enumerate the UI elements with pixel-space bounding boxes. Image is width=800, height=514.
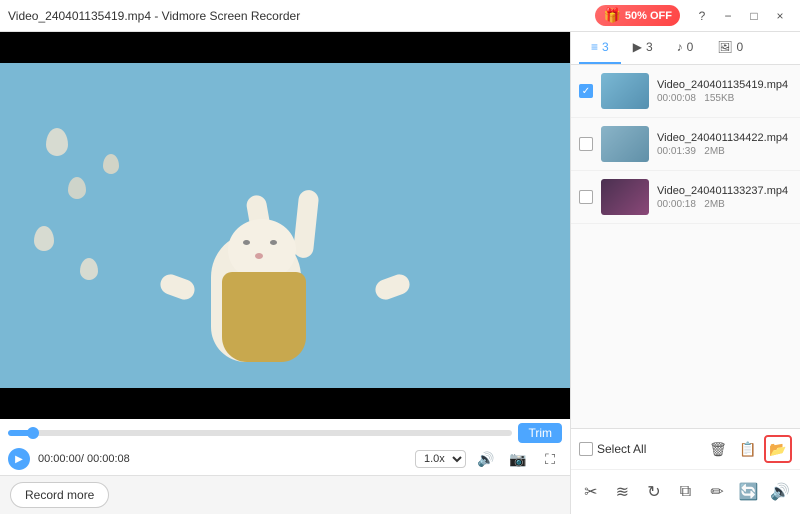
volume-tool-button[interactable]: 🔊 (764, 476, 796, 508)
tab-image[interactable]: 🖼 0 (705, 32, 755, 64)
select-row: Select All 🗑 📋 📂 (571, 429, 800, 470)
file-name-2: Video_240401134422.mp4 (657, 132, 792, 144)
minimize-button[interactable]: − (716, 4, 740, 28)
gift-icon: 🎁 (603, 7, 620, 24)
list-item[interactable]: Video_240401134422.mp4 00:01:39 2MB (571, 118, 800, 171)
help-button[interactable]: ? (690, 4, 714, 28)
image-icon: 🖼 (717, 40, 732, 54)
cut-tool-button[interactable]: ✂ (575, 476, 607, 508)
volume-button[interactable]: 🔊 (474, 447, 498, 471)
open-folder-button[interactable]: 📂 (764, 435, 792, 463)
list-item[interactable]: Video_240401133237.mp4 00:00:18 2MB (571, 171, 800, 224)
snapshot-button[interactable]: 📷 (506, 447, 530, 471)
egg-3 (34, 226, 54, 251)
audio-count: 0 (687, 40, 694, 54)
right-panel: ≡ 3 ▶ 3 ♪ 0 🖼 0 ✓ Video_2404011354 (570, 32, 800, 514)
file-name-1: Video_240401135419.mp4 (657, 79, 792, 91)
left-panel: Trim ▶ 00:00:00/ 00:00:08 1.0x 1.5x 2.0x… (0, 32, 570, 514)
tab-audio[interactable]: ♪ 0 (665, 32, 706, 64)
file-name-3: Video_240401133237.mp4 (657, 185, 792, 197)
bunny-arm-right (373, 272, 413, 303)
audio-icon: ♪ (677, 40, 683, 54)
file-list: ✓ Video_240401135419.mp4 00:00:08 155KB … (571, 65, 800, 428)
image-count: 0 (737, 40, 744, 54)
list-icon: ≡ (591, 40, 598, 54)
audio-adjust-button[interactable]: ≋ (607, 476, 639, 508)
action-icons: 🗑 📋 📂 (704, 435, 792, 463)
video-icon: ▶ (633, 40, 642, 54)
file-meta-3: 00:00:18 2MB (657, 199, 792, 210)
bunny-eye-left (243, 240, 250, 245)
save-as-button[interactable]: 📋 (734, 435, 762, 463)
tabs-row: ≡ 3 ▶ 3 ♪ 0 🖼 0 (571, 32, 800, 65)
timeline-row: Trim (8, 423, 562, 443)
controls-bar: Trim ▶ 00:00:00/ 00:00:08 1.0x 1.5x 2.0x… (0, 419, 570, 475)
record-more-button[interactable]: Record more (10, 482, 109, 508)
file-info-3: Video_240401133237.mp4 00:00:18 2MB (657, 185, 792, 210)
main-container: Trim ▶ 00:00:00/ 00:00:08 1.0x 1.5x 2.0x… (0, 32, 800, 514)
file-checkbox-1[interactable]: ✓ (579, 84, 593, 98)
rotate-button[interactable]: ↻ (638, 476, 670, 508)
file-thumbnail-1 (601, 73, 649, 109)
effects-button[interactable]: 🔄 (733, 476, 765, 508)
file-checkbox-2[interactable] (579, 137, 593, 151)
right-toolbar: Select All 🗑 📋 📂 ✂ ≋ ↻ ⧉ ✏ 🔄 🔊 (571, 428, 800, 514)
bunny-overalls (222, 272, 306, 362)
bunny-eye-right (270, 240, 277, 245)
bunny-nose (255, 253, 263, 259)
promo-badge[interactable]: 🎁 50% OFF (595, 5, 680, 26)
timeline-handle[interactable] (27, 427, 39, 439)
time-total: 00:00:08 (87, 453, 130, 465)
copy-button[interactable]: ⧉ (670, 476, 702, 508)
file-thumbnail-3 (601, 179, 649, 215)
egg-2 (68, 177, 86, 199)
titlebar-right: 🎁 50% OFF ? − □ × (595, 4, 792, 28)
action-row: Record more (0, 475, 570, 514)
trim-button[interactable]: Trim (518, 423, 562, 443)
playback-row: ▶ 00:00:00/ 00:00:08 1.0x 1.5x 2.0x 🔊 📷 … (8, 447, 562, 471)
bunny-scene (0, 63, 570, 388)
titlebar-title: Video_240401135419.mp4 - Vidmore Screen … (8, 9, 300, 23)
promo-text: 50% OFF (625, 10, 672, 22)
video-count: 3 (646, 40, 653, 54)
delete-button[interactable]: 🗑 (704, 435, 732, 463)
select-all-label: Select All (597, 442, 646, 456)
file-thumbnail-2 (601, 126, 649, 162)
play-button[interactable]: ▶ (8, 448, 30, 470)
titlebar: Video_240401135419.mp4 - Vidmore Screen … (0, 0, 800, 32)
list-count: 3 (602, 40, 609, 54)
file-checkbox-3[interactable] (579, 190, 593, 204)
select-all-checkbox[interactable] (579, 442, 593, 456)
egg-1 (46, 128, 68, 156)
bunny-arm-left (157, 272, 197, 303)
file-meta-1: 00:00:08 155KB (657, 93, 792, 104)
close-button[interactable]: × (768, 4, 792, 28)
egg-5 (80, 258, 98, 280)
list-item[interactable]: ✓ Video_240401135419.mp4 00:00:08 155KB (571, 65, 800, 118)
time-display: 00:00:00/ 00:00:08 (38, 453, 130, 465)
egg-4 (103, 154, 119, 174)
file-meta-2: 00:01:39 2MB (657, 146, 792, 157)
video-area (0, 32, 570, 419)
select-all-row[interactable]: Select All (579, 442, 646, 456)
titlebar-left: Video_240401135419.mp4 - Vidmore Screen … (8, 9, 300, 23)
bunny-ear-right (293, 189, 320, 259)
edit-tools-row: ✂ ≋ ↻ ⧉ ✏ 🔄 🔊 (571, 470, 800, 514)
maximize-button[interactable]: □ (742, 4, 766, 28)
video-placeholder (0, 32, 570, 419)
file-info-2: Video_240401134422.mp4 00:01:39 2MB (657, 132, 792, 157)
file-info-1: Video_240401135419.mp4 00:00:08 155KB (657, 79, 792, 104)
tab-list[interactable]: ≡ 3 (579, 32, 621, 64)
time-current: 00:00:00 (38, 453, 81, 465)
timeline-track[interactable] (8, 430, 512, 436)
edit-button[interactable]: ✏ (701, 476, 733, 508)
tab-video[interactable]: ▶ 3 (621, 32, 665, 64)
fullscreen-button[interactable]: ⛶ (538, 447, 562, 471)
speed-select[interactable]: 1.0x 1.5x 2.0x (415, 450, 466, 468)
